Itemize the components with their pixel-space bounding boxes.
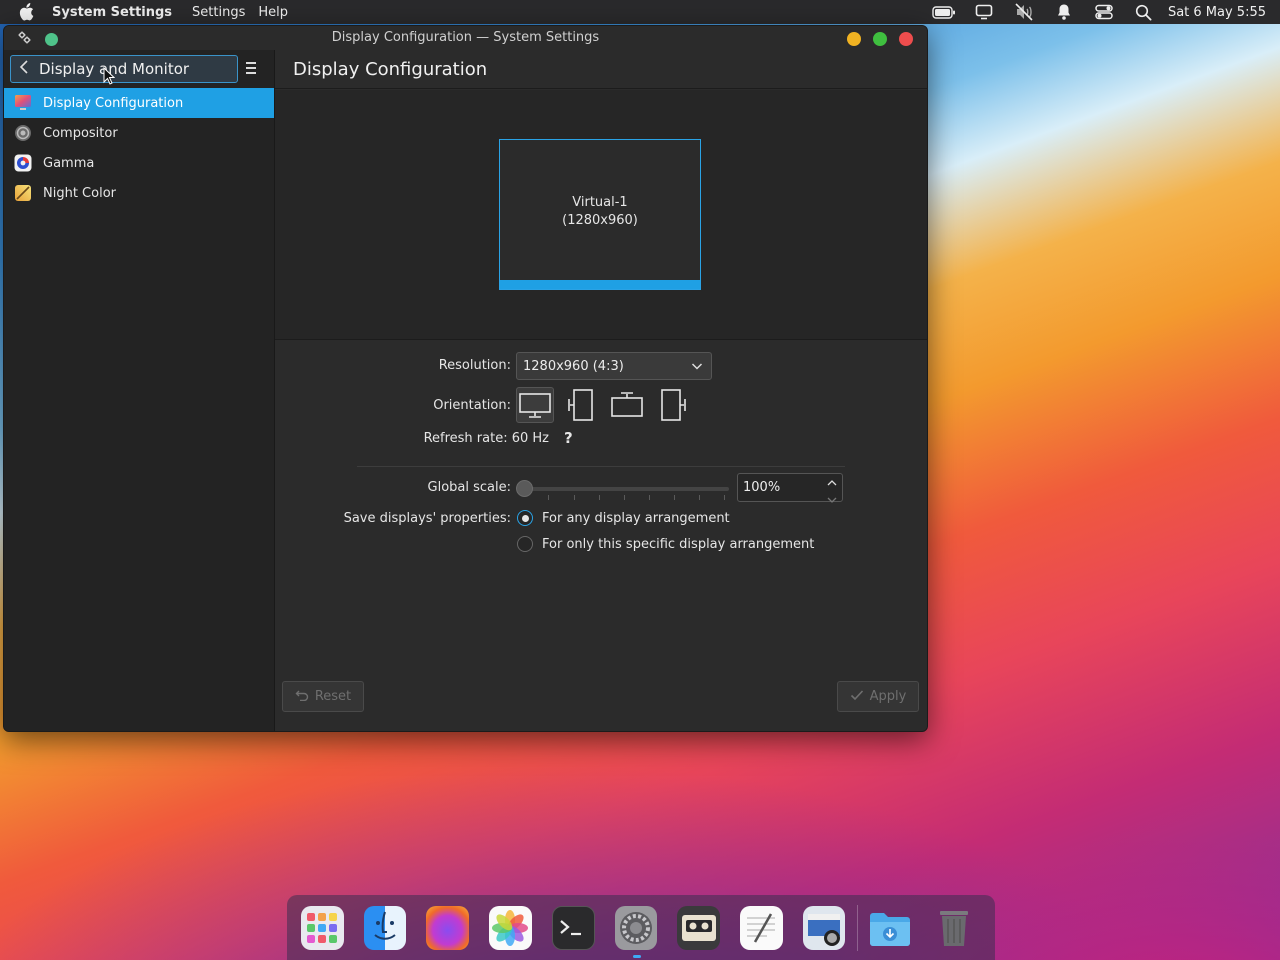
control-center-icon[interactable] [1084, 0, 1124, 24]
portrait-right-icon [661, 389, 686, 421]
display-settings-form: Resolution: 1280x960 (4:3) Orientation: [275, 340, 927, 731]
radio-indicator[interactable] [517, 536, 533, 552]
sidebar-list: Display Configuration Compositor Gamma N… [4, 88, 274, 208]
monitor-primary-bar [500, 280, 700, 289]
search-icon[interactable] [1124, 0, 1164, 24]
orientation-portrait-left-button[interactable] [562, 387, 600, 423]
photos-icon[interactable] [489, 905, 532, 950]
sidebar-item-label: Display Configuration [43, 95, 184, 111]
window-title: Display Configuration — System Settings [331, 30, 600, 45]
battery-icon[interactable] [924, 0, 964, 24]
notification-bell-icon[interactable] [1044, 0, 1084, 24]
chevron-left-icon [19, 60, 29, 78]
orientation-buttons [516, 387, 692, 423]
gamma-icon [14, 154, 32, 172]
orientation-portrait-right-button[interactable] [654, 387, 692, 423]
orientation-landscape-button[interactable] [516, 387, 554, 423]
firefox-icon[interactable] [426, 905, 470, 950]
close-button[interactable] [899, 32, 913, 46]
page-title: Display Configuration [275, 50, 927, 89]
maximize-button[interactable] [873, 32, 887, 46]
radio-specific-arrangement[interactable]: For only this specific display arrangeme… [517, 536, 814, 552]
menu-settings[interactable]: Settings [192, 5, 245, 20]
top-menubar: System Settings Settings Help Sat 6 May … [0, 0, 1280, 24]
refresh-rate-label: Refresh rate: 60 Hz [423, 431, 549, 446]
help-icon[interactable]: ? [564, 429, 573, 447]
dock-separator [857, 904, 859, 951]
global-scale-slider[interactable] [516, 480, 729, 500]
inverted-icon [611, 392, 643, 417]
monitor-name: Virtual-1 [572, 195, 628, 210]
terminal-icon[interactable] [551, 905, 595, 950]
spin-down-icon[interactable] [827, 493, 837, 508]
monitor-size: (1280x960) [562, 213, 638, 228]
system-settings-icon[interactable] [614, 905, 658, 958]
global-scale-spinbox[interactable]: 100% [737, 473, 843, 503]
sidebar-item-label: Night Color [43, 185, 116, 201]
clock[interactable]: Sat 6 May 5:55 [1168, 5, 1266, 20]
main-panel: Display Configuration Virtual-1 (1280x96… [275, 50, 927, 731]
save-properties-label: Save displays' properties: [343, 511, 511, 526]
radio-any-arrangement[interactable]: For any display arrangement [517, 510, 730, 526]
sidebar-item-label: Gamma [43, 155, 95, 171]
display-tray-icon[interactable] [964, 0, 1004, 24]
finder-icon[interactable] [363, 905, 407, 950]
reset-button[interactable]: Reset [282, 681, 364, 712]
checkmark-icon [850, 689, 864, 705]
spin-up-icon[interactable] [827, 476, 837, 491]
sidebar-item-night-color[interactable]: Night Color [4, 178, 274, 208]
monitor-tile-virtual-1[interactable]: Virtual-1 (1280x960) [499, 139, 701, 290]
global-scale-label: Global scale: [427, 480, 511, 495]
apply-button-label: Apply [869, 689, 907, 704]
resolution-label: Resolution: [438, 358, 511, 373]
form-divider [357, 466, 845, 467]
orientation-inverted-button[interactable] [608, 387, 646, 423]
display-config-icon [14, 94, 32, 112]
night-color-icon [14, 184, 32, 202]
running-indicator [632, 954, 641, 958]
radio-indicator[interactable] [517, 510, 533, 526]
menubar-app-name[interactable]: System Settings [52, 5, 172, 20]
apple-menu-icon[interactable] [14, 0, 38, 24]
text-editor-icon[interactable] [739, 905, 783, 950]
resolution-dropdown[interactable]: 1280x960 (4:3) [516, 352, 712, 380]
volume-muted-icon[interactable] [1004, 0, 1044, 24]
dock [287, 895, 995, 960]
display-arrangement-area: Virtual-1 (1280x960) [275, 90, 927, 340]
sidebar-item-gamma[interactable]: Gamma [4, 148, 274, 178]
trash-icon[interactable] [932, 906, 975, 950]
back-button[interactable]: Display and Monitor [10, 55, 238, 83]
minimize-button[interactable] [847, 32, 861, 46]
chevron-down-icon [691, 360, 703, 376]
portrait-left-icon [568, 389, 593, 421]
resolution-value: 1280x960 (4:3) [523, 358, 624, 374]
undo-icon [295, 689, 309, 705]
landscape-icon [519, 393, 551, 418]
screenshot-icon[interactable] [802, 905, 846, 950]
radio-label: For only this specific display arrangeme… [542, 536, 815, 552]
media-player-icon[interactable] [677, 905, 720, 950]
sidebar: Display and Monitor Display Configuratio… [4, 50, 275, 731]
sidebar-item-label: Compositor [43, 125, 118, 141]
system-settings-window: Display Configuration — System Settings … [3, 25, 928, 732]
hamburger-menu-icon[interactable] [246, 60, 262, 76]
sidebar-item-display-configuration[interactable]: Display Configuration [4, 88, 274, 118]
slider-handle[interactable] [516, 480, 533, 497]
system-tray: Sat 6 May 5:55 [924, 0, 1266, 24]
downloads-folder-icon[interactable] [868, 906, 912, 950]
menu-help[interactable]: Help [258, 5, 288, 20]
apply-button[interactable]: Apply [837, 681, 919, 712]
launcher-icon[interactable] [301, 905, 344, 950]
orientation-label: Orientation: [433, 398, 511, 413]
compositor-icon [14, 124, 32, 142]
global-scale-value: 100% [743, 480, 781, 495]
mouse-cursor-icon [103, 66, 116, 89]
radio-label: For any display arrangement [542, 510, 730, 526]
sidebar-item-compositor[interactable]: Compositor [4, 118, 274, 148]
window-titlebar[interactable]: Display Configuration — System Settings [4, 26, 927, 50]
reset-button-label: Reset [314, 689, 352, 704]
